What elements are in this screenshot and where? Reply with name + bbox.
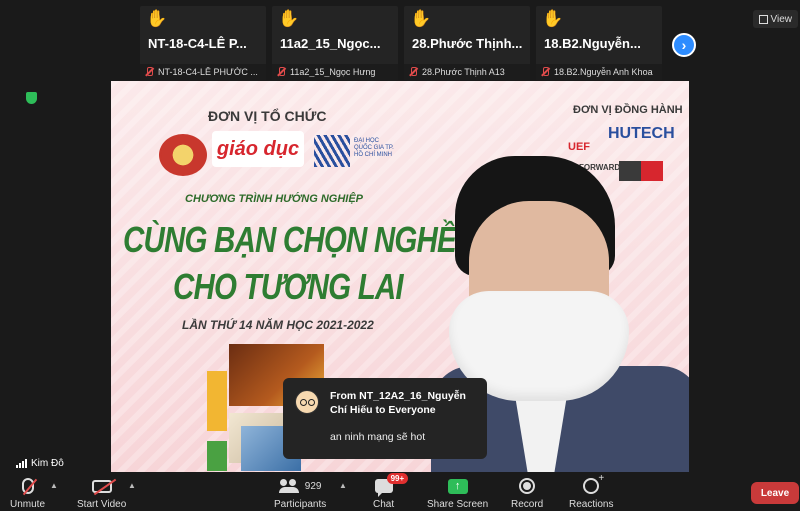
security-shield-icon[interactable] [26, 92, 37, 104]
slide-edition: LẦN THỨ 14 NĂM HỌC 2021-2022 [182, 318, 374, 332]
audio-options-caret-icon[interactable]: ▲ [50, 481, 58, 490]
participant-tile[interactable]: ✋ 28.Phước Thịnh... 28.Phước Thịnh A13 [404, 6, 530, 80]
hutech-logo: HUTECH [608, 125, 675, 142]
unmute-button[interactable]: Unmute [10, 476, 45, 510]
participants-button[interactable]: 929 Participants [274, 476, 326, 510]
video-off-icon [91, 479, 112, 493]
slide-headline-line1: CÙNG BẠN CHỌN NGHỀ [123, 219, 457, 260]
start-video-label: Start Video [77, 499, 127, 510]
share-screen-button[interactable]: ↑ Share Screen [427, 476, 488, 510]
participants-icon [278, 479, 299, 493]
raised-hand-icon: ✋ [410, 9, 432, 28]
participants-label: Participants [274, 499, 327, 510]
chat-unread-badge: 99+ [386, 473, 409, 484]
chat-button[interactable]: 99+ Chat [373, 473, 409, 510]
start-video-button[interactable]: Start Video [77, 476, 126, 510]
participant-display-name: 11a2_15_Ngọc... [280, 36, 381, 51]
giao-duc-logo: giáo dục [212, 131, 304, 167]
seal-logo [159, 134, 207, 176]
reactions-icon [583, 473, 604, 494]
dhqg-logo-text: ĐẠI HỌC QUỐC GIA TP. HỒ CHÍ MINH [354, 138, 394, 158]
dhqg-logo [314, 135, 350, 167]
mic-muted-icon [21, 478, 34, 494]
participant-strip: ✋ NT-18-C4-LÊ P... NT-18-C4-LÊ PHƯỚC ...… [140, 6, 662, 80]
organizer-title: ĐƠN VỊ TỔ CHỨC [208, 108, 327, 124]
participant-label: 18.B2.Nguyễn Anh Khoa [554, 67, 653, 77]
participants-options-caret-icon[interactable]: ▲ [339, 481, 347, 490]
signal-strength-icon [16, 459, 27, 468]
slide-decoration [207, 371, 227, 431]
share-screen-icon: ↑ [447, 478, 468, 494]
record-label: Record [511, 499, 544, 510]
share-screen-label: Share Screen [427, 499, 489, 510]
participant-tile[interactable]: ✋ NT-18-C4-LÊ P... NT-18-C4-LÊ PHƯỚC ... [140, 6, 266, 80]
view-label: View [770, 13, 793, 25]
participant-name-bar: 28.Phước Thịnh A13 [404, 64, 530, 80]
grid-view-icon [758, 14, 768, 24]
meeting-toolbar: Unmute ▲ Start Video ▲ 929 Participants … [0, 472, 800, 511]
chat-sender: From NT_12A2_16_Nguyễn Chí Hiếu to Every… [330, 390, 466, 416]
leave-button[interactable]: Leave [751, 482, 799, 504]
video-options-caret-icon[interactable]: ▲ [128, 481, 136, 490]
participant-name-bar: 18.B2.Nguyễn Anh Khoa [536, 64, 662, 80]
participant-count: 929 [304, 480, 322, 492]
reactions-label: Reactions [569, 499, 614, 510]
reactions-button[interactable]: Reactions [569, 473, 614, 510]
participant-tile[interactable]: ✋ 11a2_15_Ngọc... 11a2_15_Ngọc Hưng [272, 6, 398, 80]
chat-message: an ninh mạng sẽ hot [330, 431, 426, 443]
participant-display-name: NT-18-C4-LÊ P... [148, 36, 247, 51]
slide-headline-line2: CHO TƯƠNG LAI [173, 266, 404, 307]
view-button[interactable]: View [752, 10, 798, 28]
raised-hand-icon: ✋ [146, 9, 168, 28]
mic-muted-icon [276, 67, 286, 77]
chat-label: Chat [373, 499, 395, 510]
slide-decoration [207, 441, 227, 471]
participant-display-name: 18.B2.Nguyễn... [544, 36, 641, 51]
record-icon [519, 478, 536, 494]
participant-label: NT-18-C4-LÊ PHƯỚC ... [158, 67, 258, 77]
participant-name-bar: NT-18-C4-LÊ PHƯỚC ... [140, 64, 266, 80]
mic-muted-icon [408, 67, 418, 77]
mic-muted-icon [540, 67, 550, 77]
chat-notification[interactable]: From NT_12A2_16_Nguyễn Chí Hiếu to Every… [283, 378, 487, 459]
participant-display-name: 28.Phước Thịnh... [412, 36, 523, 51]
participant-label: 11a2_15_Ngọc Hưng [290, 67, 376, 77]
participant-name-bar: 11a2_15_Ngọc Hưng [272, 64, 398, 80]
record-button[interactable]: Record [511, 476, 543, 510]
raised-hand-icon: ✋ [542, 9, 564, 28]
uef-logo: UEF [568, 141, 590, 153]
program-subtitle: CHƯƠNG TRÌNH HƯỚNG NGHIỆP [185, 193, 363, 205]
next-page-chevron-icon[interactable]: › [672, 33, 696, 57]
unmute-label: Unmute [10, 499, 46, 510]
meeting-window: ✋ NT-18-C4-LÊ P... NT-18-C4-LÊ PHƯỚC ...… [0, 0, 800, 511]
active-speaker-label: Kim Đô [16, 458, 64, 469]
mic-muted-icon [144, 67, 154, 77]
avatar [295, 390, 319, 414]
partner-title: ĐƠN VỊ ĐỒNG HÀNH [573, 104, 683, 116]
raised-hand-icon: ✋ [278, 9, 300, 28]
active-speaker-name: Kim Đô [31, 458, 64, 469]
participant-tile[interactable]: ✋ 18.B2.Nguyễn... 18.B2.Nguyễn Anh Khoa [536, 6, 662, 80]
participant-label: 28.Phước Thịnh A13 [422, 67, 505, 77]
